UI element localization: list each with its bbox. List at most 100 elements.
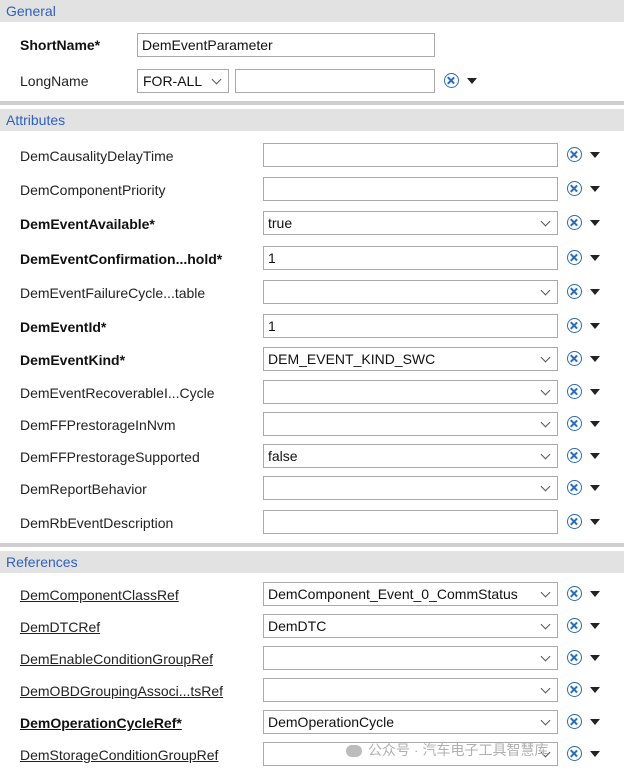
short-name-field[interactable]: DemEventParameter xyxy=(137,33,435,57)
chevron-down-icon xyxy=(537,647,557,669)
field-demcomponentpriority[interactable] xyxy=(263,177,558,201)
select-demeventkind[interactable]: DEM_EVENT_KIND_SWC xyxy=(263,347,558,371)
clear-x-circle-icon[interactable] xyxy=(567,147,582,162)
select-demeventavailable[interactable]: true xyxy=(263,211,558,235)
select-demeventfailurecycle-table[interactable] xyxy=(263,280,558,304)
select-demffprestorageinnvm[interactable] xyxy=(263,412,558,436)
label-demenableconditiongroupref[interactable]: DemEnableConditionGroupRef xyxy=(20,651,213,667)
label-demcausalitydelaytime: DemCausalityDelayTime xyxy=(20,148,174,164)
clear-x-circle-icon[interactable] xyxy=(567,480,582,495)
select-demobdgroupingassoci-tsref[interactable] xyxy=(263,678,558,702)
section-attributes: Attributes xyxy=(0,109,624,131)
select-demcomponentclassref[interactable]: DemComponent_Event_0_CommStatus xyxy=(263,582,558,606)
label-demrbeventdescription: DemRbEventDescription xyxy=(20,515,174,531)
select-demreportbehavior[interactable] xyxy=(263,476,558,500)
chevron-down-icon xyxy=(537,281,557,303)
clear-x-circle-icon[interactable] xyxy=(567,514,582,529)
clear-x-circle-icon[interactable] xyxy=(567,618,582,633)
clear-x-circle-icon[interactable] xyxy=(567,746,582,761)
clear-x-circle-icon[interactable] xyxy=(567,650,582,665)
triangle-down-icon[interactable] xyxy=(590,687,600,693)
chevron-down-icon xyxy=(537,212,557,234)
long-name-field[interactable] xyxy=(235,69,435,93)
value-demoperationcycleref: DemOperationCycle xyxy=(268,714,395,730)
label-demeventkind: DemEventKind* xyxy=(20,352,126,368)
select-demffprestoragesupported[interactable]: false xyxy=(263,444,558,468)
clear-x-circle-icon[interactable] xyxy=(567,181,582,196)
triangle-down-icon[interactable] xyxy=(590,751,600,757)
clear-x-circle-icon[interactable] xyxy=(567,318,582,333)
chevron-down-icon xyxy=(537,711,557,733)
triangle-down-icon[interactable] xyxy=(590,655,600,661)
chevron-down-icon xyxy=(537,413,557,435)
clear-x-circle-icon[interactable] xyxy=(567,714,582,729)
triangle-down-icon[interactable] xyxy=(590,323,600,329)
chevron-down-icon xyxy=(537,679,557,701)
label-demobdgroupingassoci-tsref[interactable]: DemOBDGroupingAssoci...tsRef xyxy=(20,683,223,699)
chevron-down-icon xyxy=(537,445,557,467)
triangle-down-icon[interactable] xyxy=(590,719,600,725)
clear-x-circle-icon[interactable] xyxy=(567,416,582,431)
triangle-down-icon[interactable] xyxy=(590,220,600,226)
clear-x-circle-icon[interactable] xyxy=(567,351,582,366)
label-demffprestoragesupported: DemFFPrestorageSupported xyxy=(20,449,200,465)
select-demoperationcycleref[interactable]: DemOperationCycle xyxy=(263,710,558,734)
label-demdtcref[interactable]: DemDTCRef xyxy=(20,619,100,635)
field-demcausalitydelaytime[interactable] xyxy=(263,143,558,167)
value-demeventconfirmation-hold: 1 xyxy=(268,250,276,266)
label-demeventrecoverablei-cycle: DemEventRecoverableI...Cycle xyxy=(20,385,215,401)
long-name-label: LongName xyxy=(20,73,89,89)
clear-x-circle-icon[interactable] xyxy=(567,215,582,230)
label-demffprestorageinnvm: DemFFPrestorageInNvm xyxy=(20,417,176,433)
watermark: 公众号 · 汽车电子工具智慧库 xyxy=(346,740,548,760)
clear-x-circle-icon[interactable] xyxy=(567,448,582,463)
field-demeventconfirmation-hold[interactable]: 1 xyxy=(263,246,558,270)
field-demeventid[interactable]: 1 xyxy=(263,314,558,338)
clear-x-circle-icon[interactable] xyxy=(567,284,582,299)
short-name-label: ShortName* xyxy=(20,37,101,53)
value-demdtcref: DemDTC xyxy=(268,618,327,634)
chevron-down-icon xyxy=(537,348,557,370)
label-demeventid: DemEventId* xyxy=(20,319,107,335)
clear-x-circle-icon[interactable] xyxy=(567,682,582,697)
triangle-down-icon[interactable] xyxy=(590,152,600,158)
value-demeventid: 1 xyxy=(268,318,276,334)
triangle-down-icon[interactable] xyxy=(590,453,600,459)
wechat-icon xyxy=(346,745,362,758)
triangle-down-icon[interactable] xyxy=(590,519,600,525)
label-demoperationcycleref[interactable]: DemOperationCycleRef* xyxy=(20,715,182,731)
label-demstorageconditiongroupref[interactable]: DemStorageConditionGroupRef xyxy=(20,747,218,763)
clear-x-circle-icon[interactable] xyxy=(567,384,582,399)
triangle-down-icon[interactable] xyxy=(590,356,600,362)
clear-x-circle-icon[interactable] xyxy=(567,250,582,265)
triangle-down-icon[interactable] xyxy=(590,421,600,427)
section-references: References xyxy=(0,551,624,573)
section-references-title: References xyxy=(6,554,78,570)
clear-x-circle-icon[interactable] xyxy=(567,586,582,601)
triangle-down-icon[interactable] xyxy=(590,591,600,597)
label-demeventconfirmation-hold: DemEventConfirmation...hold* xyxy=(20,251,223,267)
clear-x-circle-icon[interactable] xyxy=(444,73,459,88)
section-general-title: General xyxy=(6,3,56,19)
select-demeventrecoverablei-cycle[interactable] xyxy=(263,380,558,404)
label-demeventfailurecycle-table: DemEventFailureCycle...table xyxy=(20,285,206,301)
select-demdtcref[interactable]: DemDTC xyxy=(263,614,558,638)
triangle-down-icon[interactable] xyxy=(590,289,600,295)
short-name-value: DemEventParameter xyxy=(142,37,273,53)
value-demffprestoragesupported: false xyxy=(268,448,298,464)
value-demeventkind: DEM_EVENT_KIND_SWC xyxy=(268,351,436,367)
chevron-down-icon xyxy=(537,583,557,605)
triangle-down-icon[interactable] xyxy=(467,78,477,84)
triangle-down-icon[interactable] xyxy=(590,255,600,261)
watermark-text: 公众号 · 汽车电子工具智慧库 xyxy=(368,742,549,758)
field-demrbeventdescription[interactable] xyxy=(263,510,558,534)
label-demcomponentclassref[interactable]: DemComponentClassRef xyxy=(20,587,179,603)
triangle-down-icon[interactable] xyxy=(590,623,600,629)
value-demcomponentclassref: DemComponent_Event_0_CommStatus xyxy=(268,586,518,602)
triangle-down-icon[interactable] xyxy=(590,485,600,491)
language-select[interactable]: FOR-ALL xyxy=(137,69,229,93)
triangle-down-icon[interactable] xyxy=(590,186,600,192)
triangle-down-icon[interactable] xyxy=(590,389,600,395)
select-demenableconditiongroupref[interactable] xyxy=(263,646,558,670)
label-demreportbehavior: DemReportBehavior xyxy=(20,481,147,497)
